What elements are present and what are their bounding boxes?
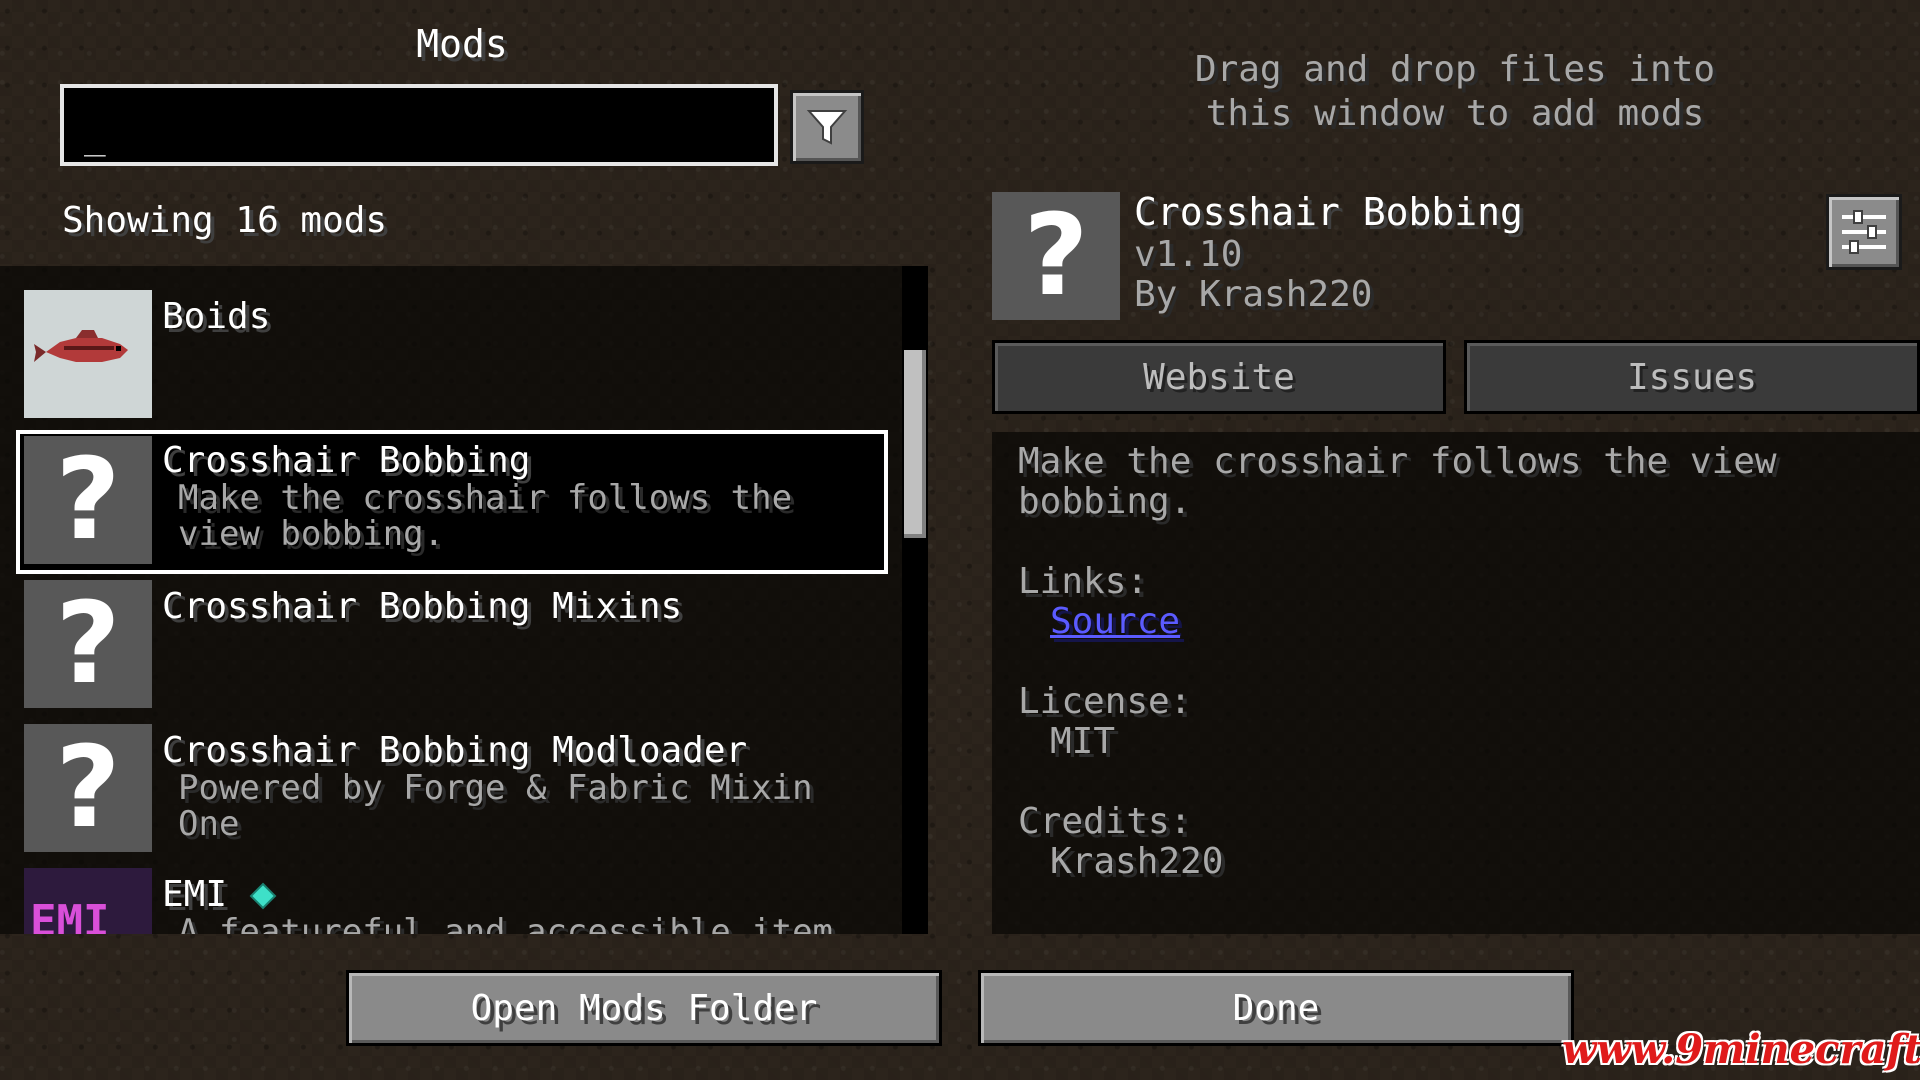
mod-list-item-emi[interactable]: EMI EMI A featureful and accessible item — [0, 868, 900, 934]
mod-name: EMI — [162, 874, 277, 915]
mod-description: Powered by Forge & Fabric Mixin One — [178, 768, 813, 844]
question-mark-icon: ? — [24, 579, 152, 709]
mod-description: Make the crosshair follows the view bobb… — [178, 478, 793, 554]
filter-button[interactable] — [790, 90, 864, 164]
done-button[interactable]: Done — [978, 970, 1574, 1046]
diamond-badge-icon — [249, 882, 277, 910]
mod-list-item-crosshair-bobbing-mixins[interactable]: ? Crosshair Bobbing Mixins — [0, 579, 900, 724]
fish-icon — [24, 290, 152, 418]
mod-description: A featureful and accessible item — [178, 912, 834, 934]
issues-button[interactable]: Issues — [1464, 340, 1920, 414]
source-link[interactable]: Source — [1050, 602, 1180, 642]
credits-value: Krash220 — [1050, 841, 1224, 882]
mod-name: Crosshair Bobbing — [162, 440, 531, 481]
mod-name: Crosshair Bobbing Mixins — [162, 586, 683, 627]
page-title: Mods — [416, 22, 508, 66]
mod-count: Showing 16 mods — [62, 200, 388, 241]
drop-hint: Drag and drop files into this window to … — [1090, 48, 1820, 136]
mod-list-item-boids[interactable]: Boids — [0, 290, 900, 434]
mod-list-item-crosshair-bobbing[interactable]: ? Crosshair Bobbing Make the crosshair f… — [16, 430, 888, 574]
mod-list[interactable]: Boids ? Crosshair Bobbing Make the cross… — [0, 266, 928, 934]
website-button[interactable]: Website — [992, 340, 1446, 414]
emi-logo-icon: EMI — [24, 868, 152, 934]
svg-text:EMI: EMI — [30, 896, 109, 934]
mod-list-item-crosshair-bobbing-modloader[interactable]: ? Crosshair Bobbing Modloader Powered by… — [0, 723, 900, 868]
drop-hint-line-1: Drag and drop files into — [1194, 49, 1716, 90]
question-mark-icon: ? — [24, 723, 152, 853]
settings-sliders-icon — [1842, 210, 1886, 254]
question-mark-icon: ? — [992, 191, 1120, 321]
filter-icon — [806, 110, 848, 145]
detail-description: Make the crosshair follows the view bobb… — [1018, 441, 1777, 522]
text-cursor: _ — [84, 116, 106, 157]
mod-name: Crosshair Bobbing Modloader — [162, 730, 748, 771]
search-box[interactable]: _ — [60, 84, 778, 166]
credits-label: Credits: — [1018, 801, 1192, 842]
license-value: MIT — [1050, 721, 1116, 762]
mod-name: Boids — [162, 296, 271, 337]
detail-mod-name: Crosshair Bobbing — [1134, 190, 1523, 234]
detail-author: By Krash220 — [1134, 274, 1373, 315]
open-mods-folder-button[interactable]: Open Mods Folder — [346, 970, 942, 1046]
watermark: www.9minecraft.net — [1562, 1026, 1920, 1073]
search-input[interactable] — [82, 106, 746, 148]
links-label: Links: — [1018, 561, 1149, 602]
drop-hint-line-2: this window to add mods — [1205, 93, 1705, 134]
detail-version: v1.10 — [1134, 234, 1243, 275]
question-mark-icon: ? — [24, 435, 152, 565]
detail-panel: Make the crosshair follows the view bobb… — [992, 432, 1920, 934]
license-label: License: — [1018, 681, 1192, 722]
config-button[interactable] — [1826, 194, 1902, 270]
scrollbar-thumb[interactable] — [904, 350, 926, 538]
